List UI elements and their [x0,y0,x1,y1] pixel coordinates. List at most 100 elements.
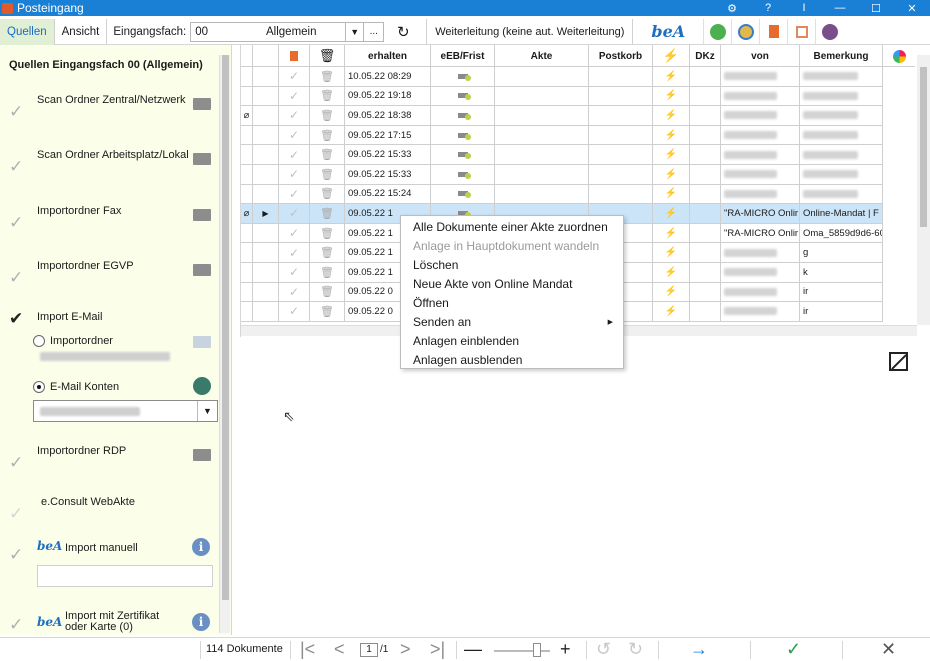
col-delete[interactable]: 🗑 [310,45,345,67]
checkmark-icon[interactable]: ✓ [9,268,23,288]
sidebar-item-scan-central[interactable]: ✓ Scan Ordner Zentral/Netzwerk [0,94,222,124]
checkmark-icon[interactable]: ✓ [289,265,299,279]
sidebar-item-scan-local[interactable]: ✓ Scan Ordner Arbeitsplatz/Lokal [0,149,222,179]
settings-icon[interactable]: ⚙ [714,0,750,16]
chevron-down-icon[interactable]: ▼ [197,401,217,421]
col-eeb-deadline[interactable]: eEB/Frist [431,45,495,67]
menu-item-assign-all[interactable]: Alle Dokumente einer Akte zuordnen [413,217,619,236]
bea-settings-icon[interactable] [703,18,731,45]
folder-icon[interactable] [193,153,211,165]
checkmark-icon[interactable]: ✓ [289,187,299,201]
checkmark-icon[interactable]: ✓ [289,167,299,181]
trash-icon[interactable]: 🗑 [320,266,334,279]
trash-icon[interactable]: 🗑 [320,305,334,318]
table-row[interactable]: ✓ 🗑 09.05.22 19:18 ⚡ [241,86,883,107]
folder-icon[interactable] [193,336,211,348]
menu-item-delete[interactable]: Löschen [413,255,619,274]
radio-button[interactable] [33,381,45,393]
scrollbar-thumb[interactable] [222,55,229,600]
col-from[interactable]: von [721,45,800,67]
cancel-icon[interactable]: ✕ [881,639,896,660]
checkmark-icon[interactable]: ✓ [9,453,23,473]
radio-button[interactable] [33,335,45,347]
document-icon[interactable] [759,18,787,45]
menu-item-open[interactable]: Öffnen [413,293,619,312]
folder-icon[interactable] [193,98,211,110]
trash-icon[interactable]: 🗑 [320,207,334,220]
col-received[interactable]: erhalten [345,45,431,67]
zoom-slider-thumb[interactable] [533,643,541,657]
trash-icon[interactable]: 🗑 [320,187,334,200]
checkmark-icon[interactable]: ✔ [9,309,23,329]
checkmark-icon[interactable]: ✓ [289,89,299,103]
checkmark-icon[interactable]: ✓ [9,615,23,635]
more-button[interactable]: ... [363,22,383,41]
chevron-down-icon[interactable]: ▼ [345,22,363,41]
folder-icon[interactable] [193,209,211,221]
menu-item-hide-attachments[interactable]: Anlagen ausblenden [413,350,619,369]
table-row[interactable]: ✓ 🗑 09.05.22 15:24 ⚡ [241,184,883,205]
checkmark-icon[interactable]: ✓ [9,545,23,565]
table-row[interactable]: ✓ 🗑 10.05.22 08:29 ⚡ [241,67,883,87]
zoom-slider[interactable] [494,650,550,652]
col-mailbox[interactable]: Postkorb [589,45,653,67]
trash-icon[interactable]: 🗑 [320,70,334,83]
email-account-select[interactable]: ▼ [33,400,218,422]
col-options[interactable] [883,45,915,67]
refresh-icon[interactable]: ↻ [390,19,416,45]
help-icon[interactable]: ? [750,0,786,16]
trash-icon[interactable]: 🗑 [320,227,334,240]
first-page-icon[interactable]: |< [300,639,315,660]
sidebar-item-egvp[interactable]: ✓ Importordner EGVP [0,260,222,290]
table-row[interactable]: ✓ 🗑 09.05.22 15:33 ⚡ [241,165,883,185]
tab-sources[interactable]: Quellen [0,18,55,45]
tab-view[interactable]: Ansicht [55,18,108,45]
mailbox-icon[interactable] [731,18,759,45]
next-page-icon[interactable]: > [400,639,411,660]
trash-icon[interactable]: 🗑 [320,148,334,161]
text-cursor-icon[interactable]: I [786,0,822,16]
checkmark-icon[interactable]: ✓ [9,157,23,177]
col-attachment[interactable] [241,45,253,67]
page-input[interactable]: 1 [360,643,378,657]
expand-icon[interactable] [889,352,908,371]
confirm-icon[interactable]: ✓ [786,639,801,660]
sidebar-item-rdp[interactable]: ✓ Importordner RDP [0,445,222,475]
info-icon[interactable]: i [192,538,210,556]
bea-logo[interactable]: beA [633,22,703,41]
table-row[interactable]: ✓ 🗑 09.05.22 15:33 ⚡ [241,145,883,165]
info-icon[interactable]: i [192,613,210,631]
forwarding-button[interactable]: Weiterleitung (keine aut. Weiterleitung) [426,18,634,45]
checkmark-icon[interactable]: ✓ [289,304,299,318]
sidebar-item-webakte[interactable]: ✓ e.Consult WebAkte [0,496,222,526]
close-window-button[interactable]: ✕ [894,0,930,16]
col-status[interactable] [253,45,279,67]
inbox-select[interactable]: 00 Allgemein ▼ ... [190,21,385,42]
checkmark-icon[interactable]: ✓ [289,246,299,260]
checkmark-icon[interactable]: ✓ [9,102,23,122]
checkmark-icon[interactable]: ✓ [289,128,299,142]
col-document[interactable] [279,45,310,67]
previous-page-icon[interactable]: < [334,639,345,660]
checkmark-icon[interactable]: ✓ [289,108,299,122]
rotate-right-icon[interactable]: ↻ [628,639,643,660]
zoom-out-icon[interactable]: — [464,639,482,660]
col-remark[interactable]: Bemerkung [800,45,883,67]
trash-icon[interactable]: 🗑 [320,285,334,298]
menu-item-show-attachments[interactable]: Anlagen einblenden [413,331,619,350]
col-lightning[interactable]: ⚡ [653,45,690,67]
table-row[interactable]: ⌀ ✓ 🗑 09.05.22 18:38 ⚡ [241,106,883,126]
checkmark-icon[interactable]: ✓ [289,69,299,83]
col-file[interactable]: Akte [495,45,589,67]
sidebar-item-fax[interactable]: ✓ Importordner Fax [0,205,222,235]
rotate-left-icon[interactable]: ↺ [596,639,611,660]
zoom-in-icon[interactable]: + [560,639,571,660]
checkmark-icon[interactable]: ✓ [9,504,23,524]
minimize-button[interactable]: — [822,0,858,16]
trash-icon[interactable]: 🗑 [320,246,334,259]
maximize-button[interactable]: ☐ [858,0,894,16]
forward-arrow-icon[interactable]: → [690,639,708,660]
folder-icon[interactable] [193,449,211,461]
table-row[interactable]: ✓ 🗑 09.05.22 17:15 ⚡ [241,125,883,146]
sidebar-item-import-manual[interactable]: ✓ beA Import manuell i [0,537,222,567]
